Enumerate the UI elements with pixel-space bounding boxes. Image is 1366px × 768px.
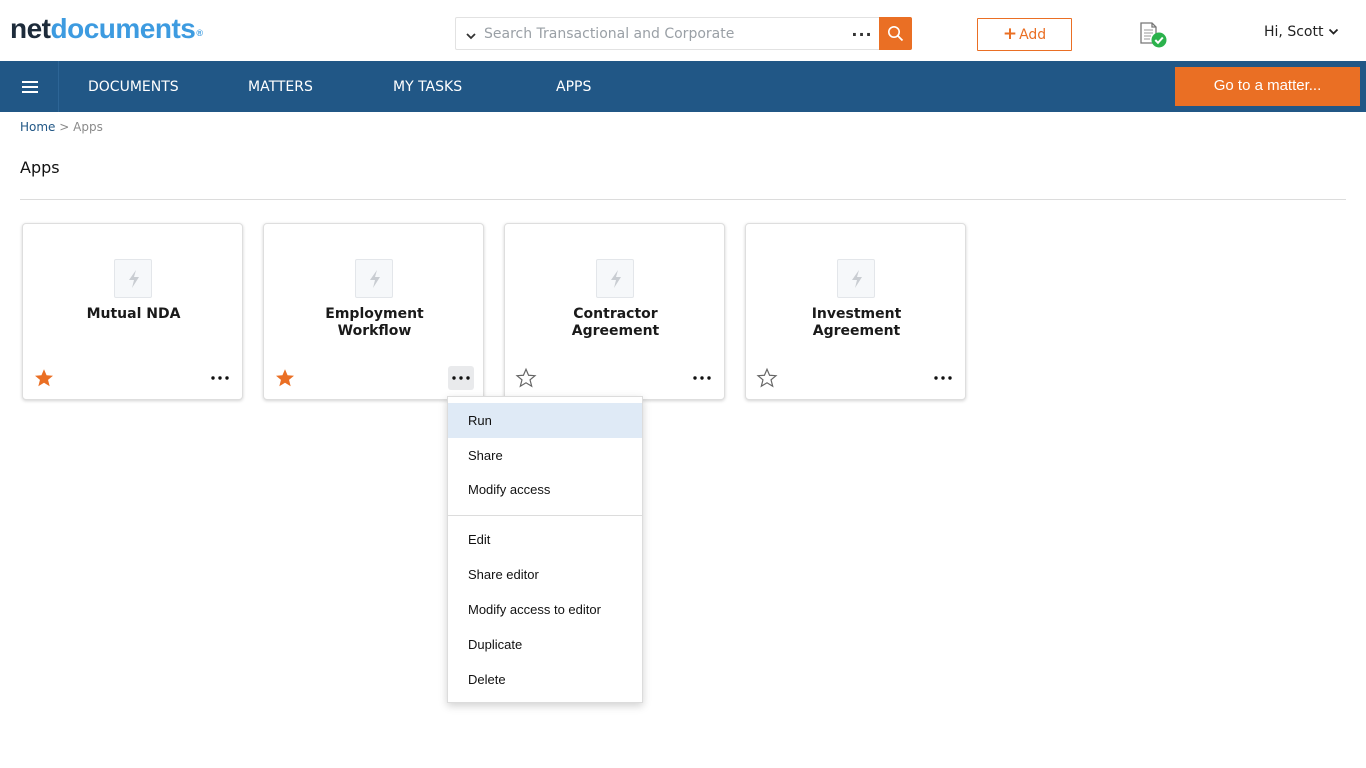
breadcrumb-separator: > [59, 120, 70, 134]
nav-apps[interactable]: APPS [556, 61, 591, 112]
breadcrumb-home[interactable]: Home [20, 120, 55, 134]
menu-item-share-editor[interactable]: Share editor [448, 557, 642, 592]
menu-item-edit[interactable]: Edit [448, 522, 642, 557]
ellipsis-icon[interactable] [207, 366, 233, 390]
app-name: Employment Workflow [325, 306, 424, 339]
star-icon[interactable] [756, 367, 778, 389]
lightning-icon [355, 259, 393, 298]
chevron-down-icon[interactable] [465, 27, 477, 40]
menu-item-modify-access-editor[interactable]: Modify access to editor [448, 592, 642, 627]
app-name: Investment Agreement [811, 306, 902, 339]
menu-item-run[interactable]: Run [448, 403, 642, 438]
logo-text-documents: documents [50, 13, 196, 44]
search-input[interactable] [484, 18, 844, 49]
app-card[interactable]: Investment Agreement [745, 223, 966, 400]
nav-documents[interactable]: DOCUMENTS [88, 61, 179, 112]
logo-text-net: net [10, 13, 51, 44]
search-icon [888, 26, 904, 42]
top-header: netdocuments® ... +Add Hi, Scott [0, 0, 1366, 61]
user-menu[interactable]: Hi, Scott [1264, 24, 1339, 40]
menu-item-delete[interactable]: Delete [448, 662, 642, 697]
lightning-icon [837, 259, 875, 298]
menu-item-modify-access[interactable]: Modify access [448, 472, 642, 507]
app-card[interactable]: Employment Workflow [263, 223, 484, 400]
logo-registered-mark: ® [196, 28, 203, 38]
menu-divider [448, 515, 642, 516]
divider [20, 199, 1346, 200]
nav-matters[interactable]: MATTERS [248, 61, 313, 112]
search-submit-button[interactable] [879, 17, 912, 50]
ellipsis-icon[interactable] [448, 366, 474, 390]
lightning-icon [596, 259, 634, 298]
hamburger-icon[interactable] [0, 61, 59, 112]
lightning-icon [114, 259, 152, 298]
search-options-button[interactable]: ... [851, 22, 873, 44]
menu-item-share[interactable]: Share [448, 438, 642, 473]
breadcrumb-current: Apps [73, 120, 103, 134]
go-to-matter-button[interactable]: Go to a matter... [1175, 67, 1360, 106]
nav-my-tasks[interactable]: MY TASKS [393, 61, 462, 112]
main-navbar: DOCUMENTS MATTERS MY TASKS APPS Go to a … [0, 61, 1366, 112]
app-card[interactable]: Mutual NDA [22, 223, 243, 400]
chevron-down-icon [1328, 25, 1339, 36]
star-icon[interactable] [33, 367, 55, 389]
app-name: Mutual NDA [86, 306, 181, 322]
document-check-icon[interactable] [1137, 21, 1171, 49]
ellipsis-icon[interactable] [689, 366, 715, 390]
breadcrumb: Home > Apps [20, 120, 103, 134]
app-card[interactable]: Contractor Agreement [504, 223, 725, 400]
search-bar: ... [455, 17, 912, 50]
app-context-menu: Run Share Modify access Edit Share edito… [447, 396, 643, 703]
user-greeting: Hi, Scott [1264, 24, 1324, 40]
netdocuments-logo[interactable]: netdocuments® [10, 13, 203, 44]
plus-icon: + [1002, 24, 1018, 44]
star-icon[interactable] [515, 367, 537, 389]
ellipsis-icon[interactable] [930, 366, 956, 390]
star-icon[interactable] [274, 367, 296, 389]
page-title: Apps [20, 158, 60, 177]
add-button[interactable]: + Add [977, 18, 1072, 51]
add-button-label: Add [1019, 27, 1047, 43]
app-name: Contractor Agreement [571, 306, 660, 339]
menu-item-duplicate[interactable]: Duplicate [448, 627, 642, 662]
